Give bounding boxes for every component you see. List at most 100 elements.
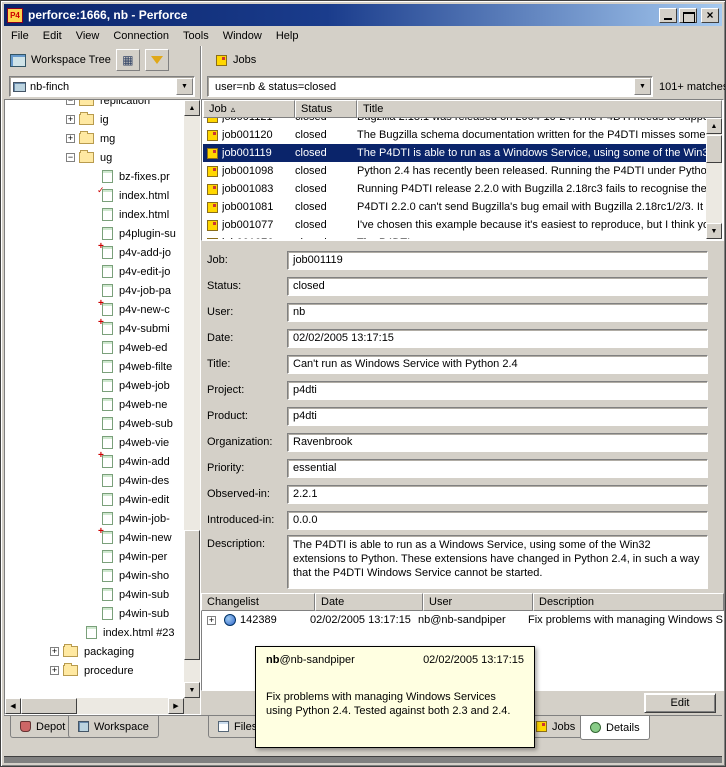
tree-item[interactable]: p4web-filte <box>6 357 183 376</box>
tree-item[interactable]: p4web-ed <box>6 338 183 357</box>
filter-button[interactable] <box>145 49 169 71</box>
tree-item[interactable]: p4win-per <box>6 547 183 566</box>
user-field[interactable]: nb <box>287 303 708 322</box>
job-field[interactable]: job001119 <box>287 251 708 270</box>
tree-item[interactable]: mg <box>6 129 183 148</box>
scrollbar-thumb[interactable] <box>184 530 200 660</box>
tree-item[interactable]: p4v-job-pa <box>6 281 183 300</box>
tree-item[interactable]: p4win-edit <box>6 490 183 509</box>
expand-icon[interactable] <box>66 115 75 124</box>
menu-item-file[interactable]: File <box>4 27 36 45</box>
job-row[interactable]: job001121closedBugzilla 2.18.1 was relea… <box>203 118 706 126</box>
app-icon[interactable] <box>7 8 23 23</box>
panes-button[interactable] <box>116 49 140 71</box>
jobs-filter-combobox[interactable]: user=nb & status=closed <box>207 76 653 97</box>
job-row[interactable]: job001098closedPython 2.4 has recently b… <box>203 162 706 180</box>
job-row-selected[interactable]: job001119closedThe P4DTI is able to run … <box>203 144 706 162</box>
scrollbar-thumb[interactable] <box>21 698 77 714</box>
tree-item[interactable]: p4web-sub <box>6 414 183 433</box>
tab-workspace[interactable]: Workspace <box>68 716 159 738</box>
tree-item[interactable]: p4win-job- <box>6 509 183 528</box>
observed-in-field[interactable]: 2.2.1 <box>287 485 708 504</box>
workspace-combobox-arrow[interactable] <box>176 78 193 95</box>
tree-item[interactable]: p4win-new <box>6 528 183 547</box>
tree-item[interactable]: p4win-sho <box>6 566 183 585</box>
menu-item-connection[interactable]: Connection <box>106 27 176 45</box>
tree-item[interactable]: p4web-ne <box>6 395 183 414</box>
tree-item[interactable]: p4win-des <box>6 471 183 490</box>
scroll-down-button[interactable] <box>184 682 200 698</box>
scroll-down-button[interactable] <box>706 223 722 239</box>
tree-item[interactable]: p4win-sub <box>6 585 183 604</box>
column-header-date[interactable]: Date <box>315 593 423 611</box>
job-row[interactable]: job001120closedThe Bugzilla schema docum… <box>203 126 706 144</box>
tree-item[interactable]: p4win-sub <box>6 604 183 623</box>
job-row[interactable]: job001081closedP4DTI 2.2.0 can't send Bu… <box>203 198 706 216</box>
expand-icon[interactable] <box>66 134 75 143</box>
tree-item[interactable]: p4v-edit-jo <box>6 262 183 281</box>
collapse-icon[interactable] <box>66 100 75 105</box>
tree-item[interactable]: p4web-vie <box>6 433 183 452</box>
maximize-button[interactable] <box>679 8 697 23</box>
tree-item[interactable]: index.html #23 <box>6 623 183 642</box>
description-field[interactable]: The P4DTI is able to run as a Windows Se… <box>287 535 708 589</box>
expand-icon[interactable] <box>50 647 59 656</box>
expand-icon[interactable] <box>207 616 216 625</box>
scroll-right-button[interactable] <box>168 698 184 714</box>
collapse-icon[interactable] <box>66 153 75 162</box>
tree-item[interactable]: p4win-add <box>6 452 183 471</box>
tree-item[interactable]: replication <box>6 100 183 110</box>
project-field[interactable]: p4dti <box>287 381 708 400</box>
edit-button[interactable]: Edit <box>644 693 716 713</box>
priority-field[interactable]: essential <box>287 459 708 478</box>
tree-item[interactable]: p4web-job <box>6 376 183 395</box>
jobs-filter-arrow[interactable] <box>634 78 651 95</box>
introduced-in-field[interactable]: 0.0.0 <box>287 511 708 530</box>
workspace-combobox[interactable]: nb-finch <box>9 76 195 97</box>
product-field[interactable]: p4dti <box>287 407 708 426</box>
job-row[interactable]: job001077closedI've chosen this example … <box>203 216 706 234</box>
tab-depot[interactable]: Depot <box>10 716 75 738</box>
column-header-changelist[interactable]: Changelist <box>201 593 315 611</box>
column-header-description[interactable]: Description <box>533 593 724 611</box>
job-row[interactable]: job001083closedRunning P4DTI release 2.2… <box>203 180 706 198</box>
menu-item-view[interactable]: View <box>69 27 107 45</box>
tree-vertical-scrollbar[interactable] <box>184 100 200 698</box>
jobs-vertical-scrollbar[interactable] <box>706 118 722 239</box>
tree-item[interactable]: ig <box>6 110 183 129</box>
date-field[interactable]: 02/02/2005 13:17:15 <box>287 329 708 348</box>
column-header-job[interactable]: Job▵ <box>203 100 295 118</box>
tree-item[interactable]: index.html <box>6 186 183 205</box>
tree-horizontal-scrollbar[interactable] <box>5 698 184 714</box>
tab-details[interactable]: Details <box>580 716 650 740</box>
tree-item[interactable]: p4v-submi <box>6 319 183 338</box>
window-resize-edge[interactable] <box>4 756 722 763</box>
tree-item[interactable]: ug <box>6 148 183 167</box>
column-header-status[interactable]: Status <box>295 100 357 118</box>
tree-item[interactable]: bz-fixes.pr <box>6 167 183 186</box>
status-field[interactable]: closed <box>287 277 708 296</box>
changelist-row[interactable]: 142389 02/02/2005 13:17:15 nb@nb-sandpip… <box>202 611 723 629</box>
menu-item-edit[interactable]: Edit <box>36 27 69 45</box>
tree-item[interactable]: p4plugin-su <box>6 224 183 243</box>
tree-item[interactable]: procedure <box>6 661 183 680</box>
scroll-left-button[interactable] <box>5 698 21 714</box>
scroll-up-button[interactable] <box>184 100 200 116</box>
menu-item-window[interactable]: Window <box>216 27 269 45</box>
scrollbar-thumb[interactable] <box>706 135 722 163</box>
scroll-up-button[interactable] <box>706 118 722 134</box>
job-row[interactable]: job001076closedThe P4DTI... <box>203 234 706 239</box>
expand-icon[interactable] <box>50 666 59 675</box>
menu-item-tools[interactable]: Tools <box>176 27 216 45</box>
organization-field[interactable]: Ravenbrook <box>287 433 708 452</box>
tree-item[interactable]: index.html <box>6 205 183 224</box>
tree-item[interactable]: p4v-add-jo <box>6 243 183 262</box>
close-button[interactable] <box>701 8 719 23</box>
minimize-button[interactable] <box>659 8 677 23</box>
menu-item-help[interactable]: Help <box>269 27 306 45</box>
column-header-title[interactable]: Title <box>357 100 722 118</box>
tree-item[interactable]: p4v-new-c <box>6 300 183 319</box>
tree-item[interactable]: packaging <box>6 642 183 661</box>
column-header-user[interactable]: User <box>423 593 533 611</box>
title-field[interactable]: Can't run as Windows Service with Python… <box>287 355 708 374</box>
